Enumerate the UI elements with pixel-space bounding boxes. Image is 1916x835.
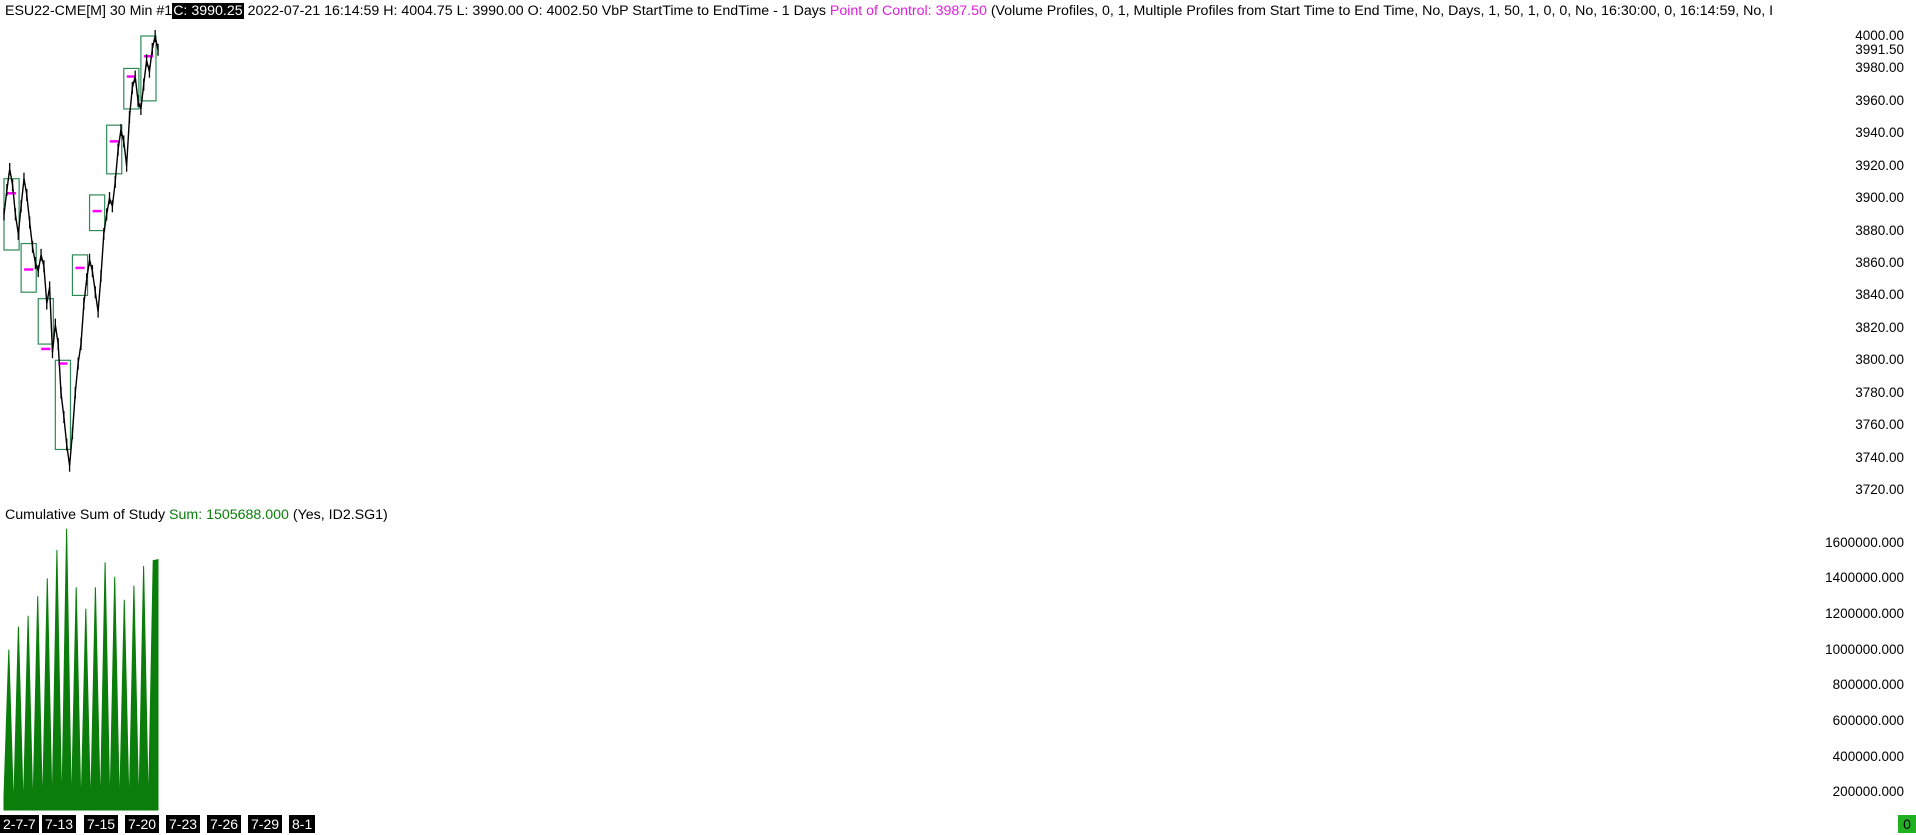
date-label: 2-7-7 [0,815,39,833]
volume-profile-box [20,242,37,293]
price-tick-label: 3720.00 [1855,482,1904,497]
price-tick-label: 3860.00 [1855,255,1904,270]
price-tick-label: 4000.00 [1855,28,1904,43]
price-tick-label: 3820.00 [1855,319,1904,335]
subgraph-params: (Yes, ID2.SG1) [292,507,388,523]
price-tick-label: 3940.00 [1855,125,1904,141]
date-label: 7-15 [84,815,119,833]
value-tick-label: 400000.000 [1832,748,1904,764]
cumulative-value-axis[interactable]: 1600000.000 1400000.000 1200000.000 1000000… [1792,520,1904,820]
price-line [3,35,159,466]
cumulative-sum-area [3,528,159,811]
value-tick-label: 1200000.000 [1825,606,1904,622]
subgraph-header: Cumulative Sum of Study Sum: 1505688.000… [5,505,388,525]
value-tick-label: 1600000.000 [1825,534,1904,550]
price-tick-label: 3780.00 [1855,384,1904,400]
value-tick-label: 800000.000 [1832,677,1904,693]
price-tick-label: 3900.00 [1855,190,1904,206]
date-label: 7-26 [207,815,242,833]
date-label: 8-1 [289,815,316,833]
date-label: 7-29 [248,815,283,833]
zero-badge: 0 [1898,815,1916,833]
value-tick-label: 200000.000 [1832,784,1904,800]
value-tick-label: 1400000.000 [1825,570,1904,586]
value-tick-label: 600000.000 [1832,712,1904,728]
volume-profile-box [88,194,106,232]
subgraph-sum: Sum: 1505688.000 [169,507,289,523]
date-label: 7-20 [125,815,160,833]
price-tick-label: 3740.00 [1855,449,1904,465]
price-tick-label: 3760.00 [1855,417,1904,433]
price-axis[interactable]: 4000.00 3991.50 3980.00 3960.00 3940.00 3920.… [1792,0,1904,500]
chart-canvas[interactable] [0,0,1916,835]
price-tick-label: 3920.00 [1855,157,1904,173]
price-tick-label: 3880.00 [1855,222,1904,238]
price-tick-label: 3980.00 [1855,60,1904,76]
date-label: 7-23 [166,815,201,833]
price-tick-label: 3800.00 [1855,352,1904,368]
date-label: 7-13 [42,815,77,833]
price-tick-label: 3991.50 [1855,41,1904,57]
volume-profile-box [106,124,123,175]
value-tick-label: 1000000.000 [1825,641,1904,657]
price-tick-label: 3960.00 [1855,92,1904,108]
price-tick-label: 3840.00 [1855,287,1904,303]
subgraph-name[interactable]: Cumulative Sum of Study [5,507,165,523]
